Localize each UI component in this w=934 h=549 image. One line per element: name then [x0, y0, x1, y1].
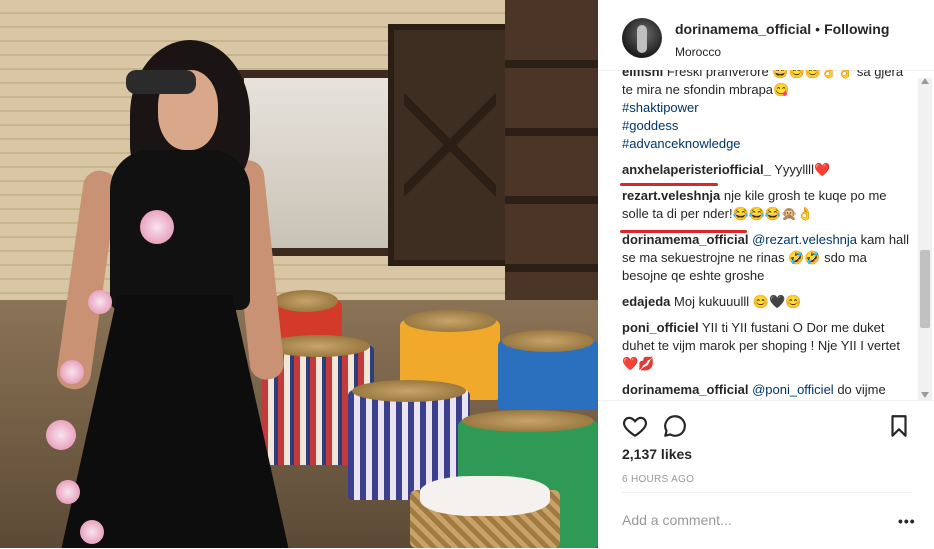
comment-item: dorinamema_official @poni_officiel do vi… — [622, 381, 914, 400]
comment-input[interactable] — [622, 505, 872, 535]
comment-username[interactable]: dorinamema_official — [622, 382, 748, 397]
scroll-thumb[interactable] — [920, 250, 930, 328]
hashtag-link[interactable]: #shaktipower — [622, 99, 914, 117]
comment-item: edajeda Moj kukuuulll 😊🖤😊 — [622, 293, 914, 311]
comment-username[interactable]: elifishi — [622, 70, 663, 79]
comment-item: poni_officiel YII ti YII fustani O Dor m… — [622, 319, 914, 373]
comment-item: dorinamema_official @rezart.veleshnja ka… — [622, 231, 914, 285]
salt-basket — [410, 476, 560, 548]
header-username[interactable]: dorinamema_official — [675, 21, 811, 37]
separator-dot: • — [815, 21, 821, 37]
likes-count[interactable]: 2,137 likes — [622, 446, 692, 462]
comment-item: anxhelaperisteriofficial_ Yyyyllll❤️ — [622, 161, 914, 179]
photo-shutter — [388, 24, 512, 266]
comments-list[interactable]: elifishi Freski pranverore 😄😊😊👌👌 sa gjer… — [622, 70, 914, 400]
location-link[interactable]: Morocco — [675, 45, 925, 59]
annotation-underline — [620, 230, 747, 233]
following-button[interactable]: Following — [824, 21, 889, 37]
heart-icon[interactable] — [622, 413, 648, 439]
comment-username[interactable]: dorinamema_official — [622, 232, 748, 247]
comment-text: Moj kukuuulll 😊🖤😊 — [674, 294, 802, 309]
comment-text: Yyyyllll❤️ — [774, 162, 831, 177]
post-side-panel: dorinamema_official • Following Morocco el… — [598, 0, 934, 548]
annotation-underline — [620, 183, 718, 186]
comments-scrollbar[interactable] — [918, 78, 932, 400]
comment-username[interactable]: edajeda — [622, 294, 670, 309]
comment-item: elifishi Freski pranverore 😄😊😊👌👌 sa gjer… — [622, 70, 914, 153]
photo-shelf — [505, 0, 598, 320]
spice-sack — [498, 330, 598, 410]
scroll-down-arrow-icon[interactable] — [921, 392, 929, 398]
mention-link[interactable]: @rezart.veleshnja — [752, 232, 857, 247]
mention-link[interactable]: @poni_officiel — [752, 382, 834, 397]
bookmark-icon[interactable] — [886, 413, 912, 439]
comment-username[interactable]: anxhelaperisteriofficial_ — [622, 162, 771, 177]
action-bar — [598, 400, 934, 441]
hashtag-link[interactable]: #goddess — [622, 117, 914, 135]
post-timestamp: 6 HOURS AGO — [622, 474, 695, 485]
post-photo[interactable] — [0, 0, 598, 548]
avatar[interactable] — [622, 18, 662, 58]
comment-username[interactable]: rezart.veleshnja — [622, 188, 720, 203]
comment-text: Freski pranverore 😄😊😊👌👌 — [666, 70, 854, 79]
hashtag-link[interactable]: #advanceknowledge — [622, 135, 914, 153]
scroll-up-arrow-icon[interactable] — [921, 78, 929, 84]
more-options-icon[interactable]: ••• — [898, 513, 918, 529]
woman-figure — [40, 40, 290, 548]
comment-username[interactable]: poni_officiel — [622, 320, 699, 335]
post-header: dorinamema_official • Following Morocco — [598, 0, 934, 71]
comment-icon[interactable] — [662, 413, 688, 439]
add-comment-bar: ••• — [622, 492, 915, 549]
comment-item: rezart.veleshnja nje kile grosh te kuqe … — [622, 187, 914, 223]
